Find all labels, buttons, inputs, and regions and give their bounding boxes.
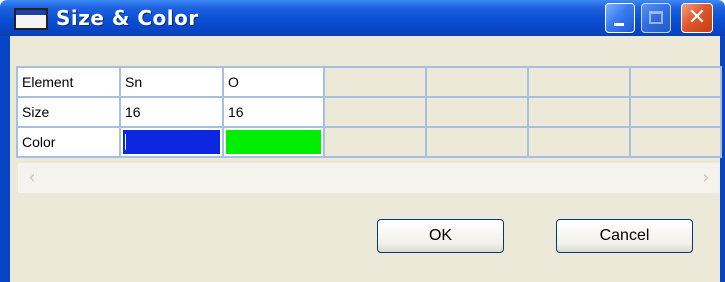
minimize-button[interactable] bbox=[605, 3, 635, 33]
size-color-dialog: Size & Color ✕ Element Sn O Size 16 16 C… bbox=[0, 0, 725, 282]
empty-cell[interactable] bbox=[527, 126, 631, 158]
close-icon: ✕ bbox=[687, 5, 707, 30]
empty-cell[interactable] bbox=[323, 126, 427, 158]
empty-cell[interactable] bbox=[425, 96, 529, 128]
cell-color-o[interactable] bbox=[222, 126, 325, 158]
row-label-size[interactable]: Size bbox=[16, 96, 121, 128]
cell-element-sn[interactable]: Sn bbox=[119, 66, 224, 98]
size-color-table: Element Sn O Size 16 16 Color bbox=[16, 66, 722, 158]
minimize-icon bbox=[614, 23, 624, 26]
row-label-color[interactable]: Color bbox=[16, 126, 121, 158]
table-row-element: Element Sn O bbox=[16, 66, 722, 98]
window-title: Size & Color bbox=[56, 6, 199, 30]
empty-cell[interactable] bbox=[425, 126, 529, 158]
empty-cell[interactable] bbox=[629, 96, 722, 128]
color-swatch-green[interactable] bbox=[226, 130, 321, 154]
text-cursor bbox=[125, 134, 126, 150]
cancel-button[interactable]: Cancel bbox=[556, 219, 693, 253]
horizontal-scrollbar[interactable]: ‹ › bbox=[18, 163, 720, 193]
close-button[interactable]: ✕ bbox=[681, 3, 713, 33]
empty-cell[interactable] bbox=[527, 96, 631, 128]
table-row-color: Color bbox=[16, 126, 722, 158]
scroll-left-icon[interactable]: ‹ bbox=[22, 167, 42, 189]
cell-element-o[interactable]: O bbox=[222, 66, 325, 98]
empty-cell[interactable] bbox=[527, 66, 631, 98]
maximize-button bbox=[641, 3, 671, 33]
empty-cell[interactable] bbox=[629, 126, 722, 158]
cell-size-sn[interactable]: 16 bbox=[119, 96, 224, 128]
table-row-size: Size 16 16 bbox=[16, 96, 722, 128]
cell-color-sn[interactable] bbox=[119, 126, 224, 158]
empty-cell[interactable] bbox=[629, 66, 722, 98]
empty-cell[interactable] bbox=[323, 96, 427, 128]
maximize-icon bbox=[649, 11, 663, 24]
window-app-icon bbox=[14, 8, 48, 30]
color-swatch-blue[interactable] bbox=[123, 130, 220, 154]
row-label-element[interactable]: Element bbox=[16, 66, 121, 98]
ok-button[interactable]: OK bbox=[377, 219, 504, 253]
empty-cell[interactable] bbox=[425, 66, 529, 98]
cell-size-o[interactable]: 16 bbox=[222, 96, 325, 128]
empty-cell[interactable] bbox=[323, 66, 427, 98]
scroll-right-icon[interactable]: › bbox=[696, 167, 716, 189]
title-bar[interactable]: Size & Color ✕ bbox=[0, 0, 725, 36]
